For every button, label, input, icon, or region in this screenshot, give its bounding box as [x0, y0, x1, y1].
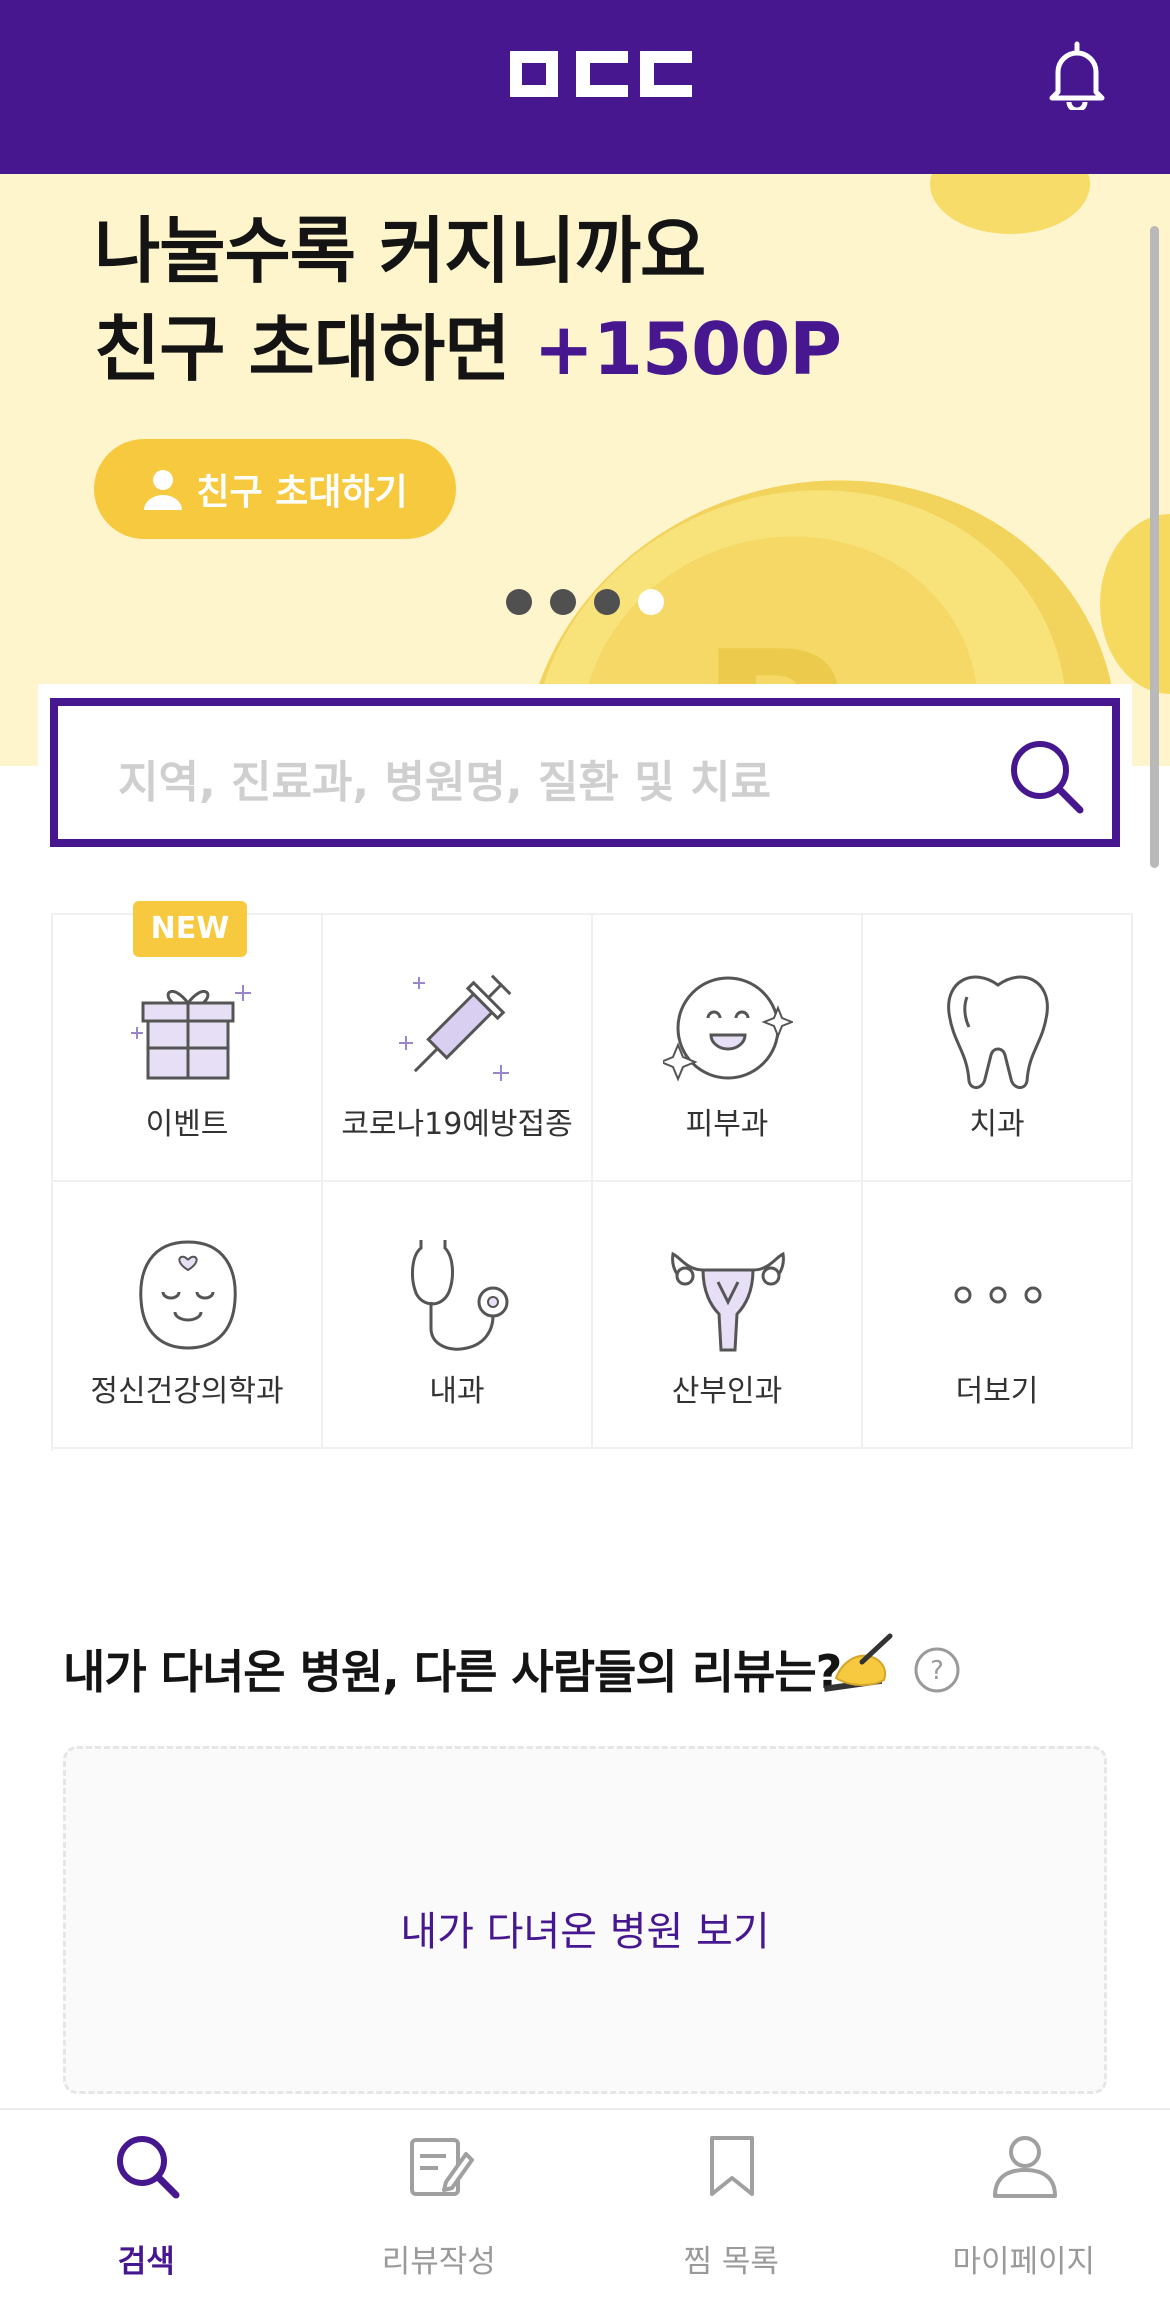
tooth-icon [947, 975, 1049, 1089]
calm-face-icon [139, 1240, 237, 1350]
category-grid: NEW 이벤트 코로나19예방접종 피부과 치과 정신건강의학과 내과 산부인과… [51, 901, 1133, 1451]
user-icon [992, 2136, 1057, 2198]
visited-hospitals-card[interactable]: 내가 다녀온 병원 보기 [63, 1746, 1107, 2094]
more-dots-icon [954, 1286, 1042, 1304]
view-visited-hospitals-link[interactable]: 내가 다녀온 병원 보기 [66, 1899, 1104, 1957]
nav-label: 마이페이지 [952, 2244, 1096, 2280]
category-label: 코로나19예방접종 [341, 1107, 573, 1142]
reviews-section-title: 내가 다녀온 병원, 다른 사람들의 리뷰는? [63, 1645, 842, 1699]
search-icon [117, 2136, 180, 2199]
write-review-icon [409, 2138, 474, 2196]
svg-text:?: ? [930, 1656, 944, 1686]
nav-search[interactable]: 검색 [0, 2110, 293, 2305]
uterus-icon [671, 1251, 785, 1352]
banner-line-2: 친구 초대하면 +1500P [94, 300, 842, 398]
smile-face-icon [663, 976, 793, 1082]
app-header [0, 0, 1170, 174]
banner-line-1: 나눌수록 커지니까요 [94, 209, 706, 293]
category-label: 정신건강의학과 [90, 1374, 284, 1409]
category-label: 이벤트 [145, 1107, 229, 1142]
bottom-navigation: 검색 리뷰작성 찜 목록 마이페이지 [0, 2108, 1170, 2305]
invite-friend-button[interactable]: 친구 초대하기 [94, 439, 456, 539]
nav-label: 리뷰작성 [381, 2244, 496, 2280]
category-label: 산부인과 [671, 1374, 783, 1409]
gift-icon [131, 985, 251, 1080]
nav-label: 검색 [117, 2244, 175, 2280]
banner-line-2-prefix: 친구 초대하면 [94, 307, 534, 391]
carousel-dot-active[interactable] [638, 589, 664, 615]
search-input[interactable]: 지역, 진료과, 병원명, 질환 및 치료 [50, 698, 1120, 847]
bell-icon[interactable] [1044, 40, 1110, 110]
nav-label: 찜 목록 [683, 2244, 779, 2280]
category-dermatology[interactable]: 피부과 [593, 915, 863, 1182]
category-event[interactable]: NEW 이벤트 [53, 901, 323, 1182]
scrollbar[interactable] [1150, 226, 1159, 868]
category-label: 더보기 [955, 1374, 1039, 1409]
category-more[interactable]: 더보기 [863, 1182, 1133, 1449]
promo-banner[interactable]: P 나눌수록 커지니까요 친구 초대하면 +1500P 친구 초대하기 [0, 174, 1170, 766]
stethoscope-icon [411, 1240, 509, 1351]
category-label: 피부과 [685, 1107, 769, 1142]
carousel-dot[interactable] [550, 589, 576, 615]
category-internal-medicine[interactable]: 내과 [323, 1182, 593, 1449]
person-icon [144, 470, 183, 510]
carousel-dot[interactable] [594, 589, 620, 615]
category-label: 내과 [429, 1374, 485, 1409]
banner-points: +1500P [533, 307, 842, 391]
carousel-dot[interactable] [506, 589, 532, 615]
nav-write-review[interactable]: 리뷰작성 [293, 2110, 586, 2305]
carousel-indicator [506, 589, 664, 615]
nav-my-page[interactable]: 마이페이지 [878, 2110, 1170, 2305]
writing-hand-icon [823, 1633, 893, 1692]
syringe-icon [399, 974, 512, 1081]
nav-bookmarks[interactable]: 찜 목록 [585, 2110, 878, 2305]
bookmark-icon [710, 2136, 754, 2196]
category-covid-vaccine[interactable]: 코로나19예방접종 [323, 915, 593, 1182]
occ-logo[interactable] [510, 51, 692, 97]
category-psychiatry[interactable]: 정신건강의학과 [53, 1182, 323, 1449]
help-icon[interactable]: ? [913, 1646, 961, 1694]
category-label: 치과 [969, 1107, 1025, 1142]
banner-headline: 나눌수록 커지니까요 친구 초대하면 +1500P [94, 202, 842, 398]
invite-button-label: 친구 초대하기 [196, 472, 408, 513]
search-icon[interactable] [1006, 736, 1086, 816]
category-obgyn[interactable]: 산부인과 [593, 1182, 863, 1449]
search-placeholder: 지역, 진료과, 병원명, 질환 및 치료 [118, 757, 771, 808]
new-badge: NEW [133, 901, 247, 957]
category-dental[interactable]: 치과 [863, 915, 1133, 1182]
